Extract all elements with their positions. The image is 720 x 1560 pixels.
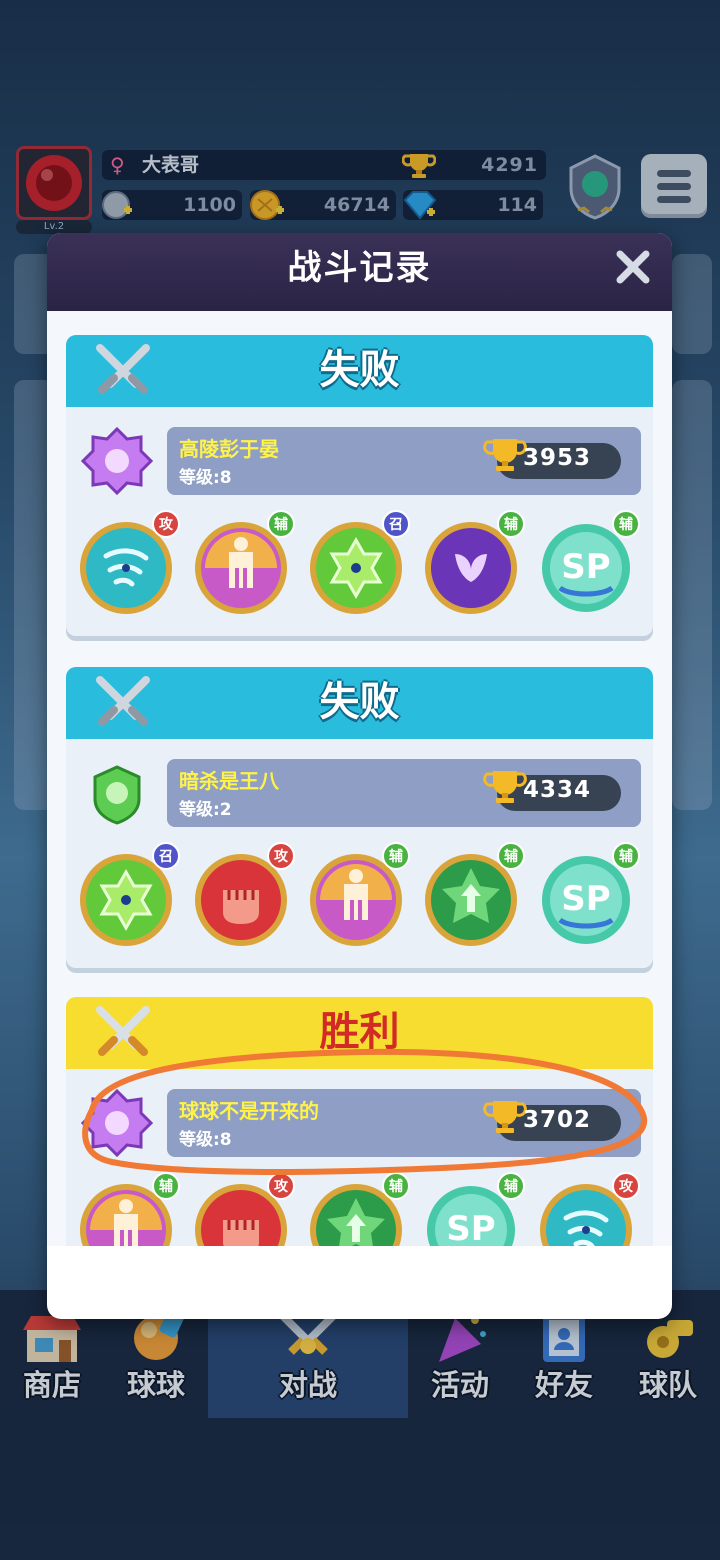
svg-text:SP: SP [561,879,610,919]
fist-ball-icon[interactable]: 攻 [191,842,295,950]
svg-text:SP: SP [561,547,610,587]
trophy-icon [483,769,527,809]
opponent-trophies: 4334 [483,771,621,811]
green-rank-badge-icon [80,759,154,833]
green-arrow-star-ball-icon[interactable]: 辅 [306,1172,410,1246]
record-result: 失败 [319,347,400,393]
summon-star-ball-icon[interactable]: 召 [306,510,410,618]
opponent-level: 等级:2 [179,800,232,820]
opponent-level: 等级:8 [179,468,232,488]
lineup: 召 攻 辅 辅 SP 辅 [76,842,646,954]
sp-hands-ball-icon[interactable]: SP 辅 [421,1172,525,1246]
close-button[interactable] [613,247,653,287]
record-header: 胜利 [66,997,653,1069]
trophy-icon [483,437,527,477]
purple-rank-badge-icon [80,426,154,501]
record-card: 胜利 球球不是开来的 等级:8 3702 辅 攻 辅 SP 辅 攻 [66,997,653,1246]
dialog-title: 战斗记录 [287,248,432,288]
record-card: 失败 高陵彭于晏 等级:8 3953 攻 辅 召 辅 SP 辅 [66,335,653,636]
record-header: 失败 [66,667,653,739]
opponent-row[interactable]: 暗杀是王八 等级:2 4334 [167,759,641,827]
record-list[interactable]: 失败 高陵彭于晏 等级:8 3953 攻 辅 召 辅 SP 辅 失败 暗杀是王八… [47,311,672,1246]
opponent-name: 暗杀是王八 [179,769,279,793]
close-icon [616,250,650,284]
purple-rank-badge-icon [80,1088,154,1163]
green-arrow-star-ball-icon[interactable]: 辅 [421,842,525,950]
lineup: 攻 辅 召 辅 SP 辅 [76,510,646,622]
opponent-row[interactable]: 高陵彭于晏 等级:8 3953 [167,427,641,495]
opponent-name: 球球不是开来的 [179,1099,319,1123]
clone-ball-icon[interactable]: 辅 [191,510,295,618]
whirlwind-ball-icon[interactable]: 攻 [76,510,180,618]
clone-ball-icon[interactable]: 辅 [76,1172,180,1246]
opponent-name: 高陵彭于晏 [179,437,279,461]
purple-butterfly-ball-icon[interactable]: 辅 [421,510,525,618]
record-card: 失败 暗杀是王八 等级:2 4334 召 攻 辅 辅 SP 辅 [66,667,653,968]
clone-ball-icon[interactable]: 辅 [306,842,410,950]
opponent-trophies: 3953 [483,439,621,479]
opponent-level: 等级:8 [179,1130,232,1150]
lineup: 辅 攻 辅 SP 辅 攻 [76,1172,646,1246]
sp-hands-ball-icon[interactable]: SP 辅 [536,842,640,950]
sp-hands-ball-icon[interactable]: SP 辅 [536,510,640,618]
svg-text:SP: SP [446,1209,495,1246]
record-header: 失败 [66,335,653,407]
trophy-icon [483,1099,527,1139]
opponent-trophies: 3702 [483,1101,621,1141]
fist-ball-icon[interactable]: 攻 [191,1172,295,1246]
summon-star-ball-icon[interactable]: 召 [76,842,180,950]
battle-record-dialog: 战斗记录 失败 高陵彭于晏 等级:8 3953 攻 辅 召 辅 SP 辅 失败 … [47,233,672,1319]
opponent-row[interactable]: 球球不是开来的 等级:8 3702 [167,1089,641,1157]
record-result: 胜利 [319,1009,400,1055]
record-result: 失败 [319,679,400,725]
whirlwind-ball-icon[interactable]: 攻 [536,1172,640,1246]
